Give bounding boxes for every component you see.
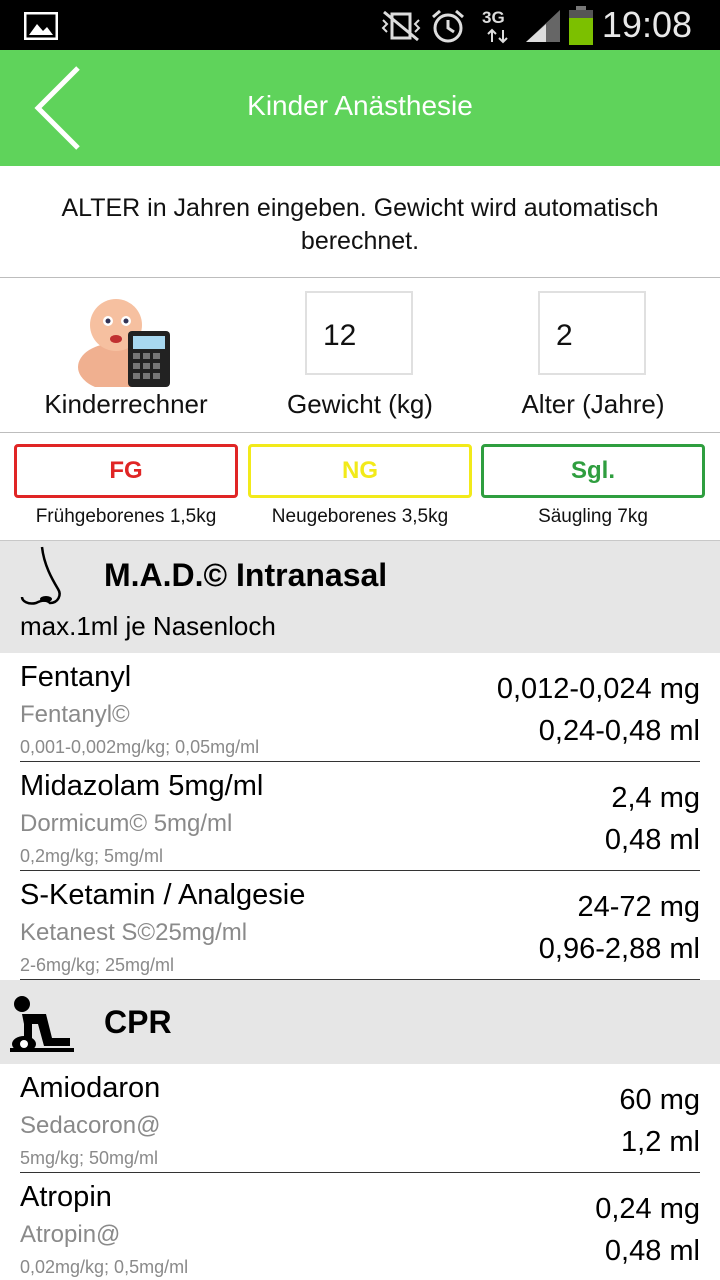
drug-name: Atropin xyxy=(20,1181,112,1213)
drug-name: Midazolam 5mg/ml xyxy=(20,770,264,802)
data-transfer-icon xyxy=(487,28,508,44)
status-clock: 19:08 xyxy=(601,4,692,45)
drug-brand: Dormicum© 5mg/ml xyxy=(20,810,233,837)
drug-row-amiodaron[interactable]: Amiodaron Sedacoron@ 5mg/kg; 50mg/ml 60 … xyxy=(0,1064,720,1173)
drug-row-atropin[interactable]: Atropin Atropin@ 0,02mg/kg; 0,5mg/ml 0,2… xyxy=(0,1173,720,1280)
drug-mg-amount: 0,012-0,024 mg xyxy=(496,673,700,705)
app-bar: Kinder Anästhesie xyxy=(0,50,720,166)
drug-ml-amount: 0,48 ml xyxy=(604,1235,700,1267)
drug-brand: Ketanest S©25mg/ml xyxy=(20,919,248,946)
drug-name: Fentanyl xyxy=(20,661,132,693)
cpr-icon xyxy=(10,996,74,1052)
battery-icon xyxy=(569,6,593,45)
drug-mg-amount: 0,24 mg xyxy=(595,1193,700,1225)
drug-mg-amount: 60 mg xyxy=(619,1084,700,1116)
category-sgl-label: Säugling 7kg xyxy=(538,506,648,527)
drug-ml-amount: 0,48 ml xyxy=(604,824,700,856)
input-row: Kinderrechner 12 Gewicht (kg) 2 Alter (J… xyxy=(0,279,720,433)
vibrate-off-icon xyxy=(381,10,421,42)
drug-row-fentanyl[interactable]: Fentanyl Fentanyl© 0,001-0,002mg/kg; 0,0… xyxy=(0,653,720,762)
age-label: Alter (Jahre) xyxy=(521,389,665,419)
drug-ml-amount: 0,96-2,88 ml xyxy=(538,933,700,965)
drug-mg-amount: 24-72 mg xyxy=(577,891,700,923)
drug-dosage: 2-6mg/kg; 25mg/ml xyxy=(20,955,175,975)
category-ng-label: Neugeborenes 3,5kg xyxy=(271,506,449,527)
drug-dosage: 5mg/kg; 50mg/ml xyxy=(20,1148,159,1168)
category-fg-label: Frühgeborenes 1,5kg xyxy=(35,506,217,527)
section-cpr-header: CPR xyxy=(0,980,720,1064)
drug-dosage: 0,2mg/kg; 5mg/ml xyxy=(20,846,164,866)
status-bar: 3G 19:08 xyxy=(0,0,720,50)
section-intranasal-subtitle: max.1ml je Nasenloch xyxy=(20,611,276,641)
drug-mg-amount: 2,4 mg xyxy=(611,782,700,814)
drug-name: S-Ketamin / Analgesie xyxy=(20,879,306,911)
category-ng-button[interactable]: NG xyxy=(248,444,472,498)
nose-icon xyxy=(20,546,61,605)
weight-label: Gewicht (kg) xyxy=(287,389,433,419)
gallery-notification-icon xyxy=(24,12,58,40)
category-sgl-button[interactable]: Sgl. xyxy=(481,444,705,498)
section-intranasal-title: M.A.D.© Intranasal xyxy=(104,557,388,593)
child-calculator-icon xyxy=(78,299,170,387)
weight-input[interactable]: 12 xyxy=(305,291,413,375)
category-fg-button[interactable]: FG xyxy=(14,444,238,498)
drug-brand: Atropin@ xyxy=(20,1221,121,1248)
age-input[interactable]: 2 xyxy=(538,291,646,375)
drug-row-midazolam[interactable]: Midazolam 5mg/ml Dormicum© 5mg/ml 0,2mg/… xyxy=(0,762,720,871)
drug-brand: Fentanyl© xyxy=(20,701,130,728)
instruction-text: ALTER in Jahren eingeben. Gewicht wird a… xyxy=(0,166,720,278)
drug-name: Amiodaron xyxy=(20,1072,161,1104)
network-type-label: 3G xyxy=(482,8,505,27)
drug-row-s-ketamin[interactable]: S-Ketamin / Analgesie Ketanest S©25mg/ml… xyxy=(0,871,720,980)
drug-brand: Sedacoron@ xyxy=(20,1112,161,1139)
drug-dosage: 0,02mg/kg; 0,5mg/ml xyxy=(20,1257,189,1277)
alarm-icon xyxy=(432,9,464,43)
drug-ml-amount: 1,2 ml xyxy=(621,1126,700,1158)
calculator-label: Kinderrechner xyxy=(44,389,208,419)
drug-dosage: 0,001-0,002mg/kg; 0,05mg/ml xyxy=(20,737,260,757)
drug-ml-amount: 0,24-0,48 ml xyxy=(538,715,700,747)
signal-icon xyxy=(526,10,560,42)
section-intranasal-header: M.A.D.© Intranasal max.1ml je Nasenloch xyxy=(0,540,720,653)
child-calculator-button[interactable] xyxy=(36,287,216,387)
page-title: Kinder Anästhesie xyxy=(247,90,473,121)
section-cpr-title: CPR xyxy=(104,1004,172,1040)
